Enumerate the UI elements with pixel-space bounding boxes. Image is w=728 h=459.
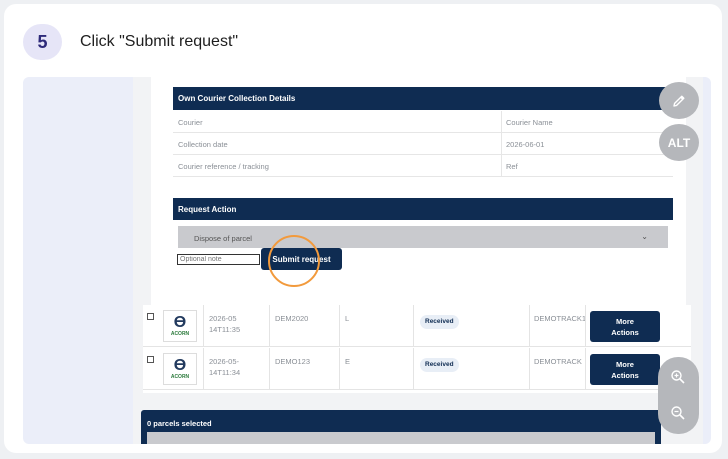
courier-row-value: Courier Name xyxy=(506,118,553,127)
more-actions-label: Actions xyxy=(611,327,639,337)
carrier-logo: ϴ ACORN xyxy=(163,310,197,342)
pencil-icon xyxy=(673,95,685,107)
row-divider xyxy=(501,133,502,155)
column-divider xyxy=(203,348,204,390)
courier-row: Courier Courier Name xyxy=(173,111,673,133)
collection-date-label: Collection date xyxy=(178,140,228,149)
row-divider xyxy=(501,155,502,177)
date-line: 2026-05 xyxy=(209,314,237,323)
zoom-out-button[interactable] xyxy=(670,405,686,426)
acorn-logo-icon: ϴ xyxy=(173,314,187,331)
carrier-logo: ϴ ACORN xyxy=(163,353,197,385)
carrier-logo-text: ACORN xyxy=(170,331,190,337)
row-checkbox[interactable] xyxy=(147,356,154,363)
date-cell: 2026-05 14T11:35 xyxy=(209,313,240,335)
column-divider xyxy=(269,305,270,347)
collection-date-row: Collection date 2026-06-01 xyxy=(173,133,673,155)
acorn-logo-icon: ϴ xyxy=(173,357,187,374)
tracking-cell: DEMOTRACK xyxy=(534,357,582,366)
selected-count: 0 parcels selected xyxy=(147,419,212,428)
more-actions-button[interactable]: More Actions xyxy=(590,354,660,385)
courier-reference-row: Courier reference / tracking Ref xyxy=(173,155,673,177)
carrier-logo-text: ACORN xyxy=(170,374,190,380)
request-action-header: Request Action xyxy=(173,198,673,220)
app-page: Own Courier Collection Details Courier C… xyxy=(133,77,703,444)
selection-footer: 0 parcels selected xyxy=(141,410,661,444)
optional-note-input[interactable] xyxy=(177,254,260,265)
column-divider xyxy=(339,348,340,390)
reference-cell: DEM2020 xyxy=(275,314,309,323)
size-cell: E xyxy=(345,357,351,366)
column-divider xyxy=(413,305,414,347)
courier-section-header: Own Courier Collection Details xyxy=(173,87,673,110)
more-actions-label: Actions xyxy=(611,370,639,380)
courier-reference-label: Courier reference / tracking xyxy=(178,162,269,171)
more-actions-label: More xyxy=(616,359,634,369)
action-select-value: Dispose of parcel xyxy=(194,234,252,243)
date-line: 2026-05- xyxy=(209,357,240,366)
table-row[interactable]: ϴ ACORN 2026-05- 14T11:34 DEMO123 E Rece… xyxy=(143,348,691,390)
size-cell: L xyxy=(345,314,350,323)
step-instruction: Click "Submit request" xyxy=(80,33,239,50)
status-badge: Received xyxy=(420,315,459,329)
bulk-action-bar xyxy=(147,432,655,444)
alt-text-button[interactable]: ALT xyxy=(659,124,699,161)
zoom-in-button[interactable] xyxy=(670,369,686,390)
date-cell: 2026-05- 14T11:34 xyxy=(209,356,240,378)
table-row[interactable]: ϴ ACORN 2026-05 14T11:35 DEM2020 L Recei… xyxy=(143,305,691,347)
action-select[interactable]: Dispose of parcel ⌄ xyxy=(178,226,668,248)
courier-row-label: Courier xyxy=(178,118,203,127)
reference-cell: DEMO123 xyxy=(275,357,311,366)
row-divider xyxy=(501,111,502,133)
zoom-in-icon xyxy=(671,370,685,384)
column-divider xyxy=(413,348,414,390)
detail-panel: Own Courier Collection Details Courier C… xyxy=(151,77,686,309)
screenshot-panel: Own Courier Collection Details Courier C… xyxy=(23,77,711,444)
date-line: 14T11:34 xyxy=(209,368,241,377)
status-badge: Received xyxy=(420,358,459,372)
column-divider xyxy=(585,305,586,347)
column-divider xyxy=(269,348,270,390)
row-checkbox[interactable] xyxy=(147,313,154,320)
date-line: 14T11:35 xyxy=(209,325,241,334)
more-actions-label: More xyxy=(616,316,634,326)
courier-reference-value: Ref xyxy=(506,162,518,171)
zoom-controls xyxy=(658,357,699,434)
step-card: 5 Click "Submit request" Own Courier Col… xyxy=(4,4,722,453)
click-highlight-circle xyxy=(268,235,320,287)
collection-date-value: 2026-06-01 xyxy=(506,140,545,149)
column-divider xyxy=(529,348,530,390)
zoom-out-icon xyxy=(671,406,685,420)
column-divider xyxy=(203,305,204,347)
step-number-badge: 5 xyxy=(23,24,62,60)
chevron-down-icon: ⌄ xyxy=(641,232,648,241)
column-divider xyxy=(339,305,340,347)
tracking-cell: DEMOTRACK1 xyxy=(534,314,587,323)
column-divider xyxy=(529,305,530,347)
column-divider xyxy=(585,348,586,390)
more-actions-button[interactable]: More Actions xyxy=(590,311,660,342)
parcel-table: ϴ ACORN 2026-05 14T11:35 DEM2020 L Recei… xyxy=(143,305,691,393)
edit-button[interactable] xyxy=(659,82,699,119)
